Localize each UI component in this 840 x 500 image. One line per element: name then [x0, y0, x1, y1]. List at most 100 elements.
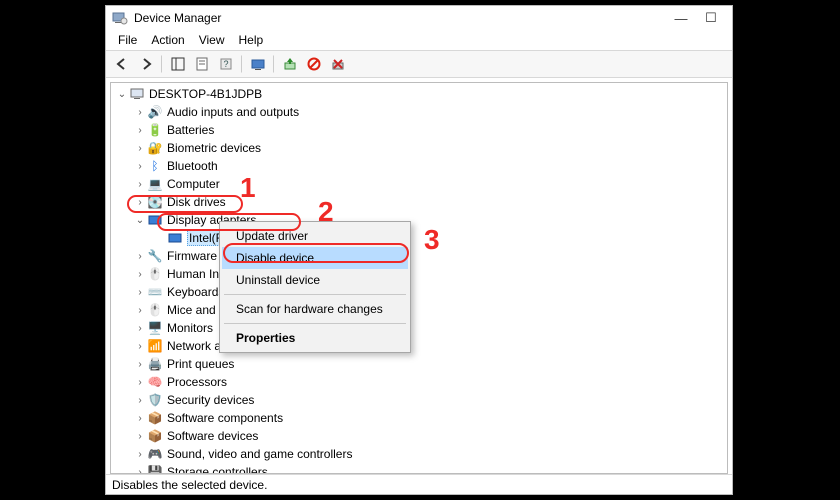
chevron-down-icon[interactable]: ⌄	[115, 89, 129, 100]
ctx-separator	[224, 323, 406, 324]
window-title: Device Manager	[134, 11, 666, 25]
chevron-right-icon[interactable]: ›	[133, 359, 147, 370]
chevron-down-icon[interactable]: ⌄	[133, 215, 147, 226]
ctx-scan-hardware[interactable]: Scan for hardware changes	[222, 298, 408, 320]
tree-item-label: Software components	[167, 411, 283, 425]
context-menu: Update driver Disable device Uninstall d…	[219, 221, 411, 353]
annotation-number-3: 3	[424, 224, 440, 256]
tree-root[interactable]: ⌄ DESKTOP-4B1JDPB	[115, 85, 723, 103]
network-icon: 📶	[147, 338, 163, 354]
annotation-oval-1	[127, 195, 243, 213]
menu-view[interactable]: View	[193, 32, 231, 48]
tree-item-label: Print queues	[167, 357, 234, 371]
show-hide-tree-button[interactable]	[166, 53, 190, 75]
forward-button[interactable]	[134, 53, 158, 75]
statusbar-text: Disables the selected device.	[112, 478, 267, 492]
tree-item-sound[interactable]: ›🎮 Sound, video and game controllers	[115, 445, 723, 463]
toolbar-separator-3	[273, 55, 275, 73]
chevron-right-icon[interactable]: ›	[133, 377, 147, 388]
tree-item-firmware[interactable]: ›🔧Firmware	[115, 247, 723, 265]
menu-help[interactable]: Help	[233, 32, 270, 48]
menubar: File Action View Help	[106, 30, 732, 50]
update-driver-button[interactable]	[278, 53, 302, 75]
menu-file[interactable]: File	[112, 32, 143, 48]
tree-item-processors[interactable]: ›🧠Processors	[115, 373, 723, 391]
chevron-right-icon[interactable]: ›	[133, 413, 147, 424]
chevron-right-icon[interactable]: ›	[133, 161, 147, 172]
tree-item-biometric[interactable]: ›🔐Biometric devices	[115, 139, 723, 157]
help-button[interactable]: ?	[214, 53, 238, 75]
tree-item-security[interactable]: ›🛡️ Security devices	[115, 391, 723, 409]
tree-item-keyboards[interactable]: ›⌨️Keyboards	[115, 283, 723, 301]
back-button[interactable]	[110, 53, 134, 75]
annotation-number-2: 2	[318, 196, 334, 228]
tree-item-audio[interactable]: ›🔊Audio inputs and outputs	[115, 103, 723, 121]
tree-item-label: Batteries	[167, 123, 214, 137]
minimize-button[interactable]: —	[666, 11, 696, 26]
chevron-right-icon[interactable]: ›	[133, 251, 147, 262]
mouse-icon: 🖱️	[147, 302, 163, 318]
chevron-right-icon[interactable]: ›	[133, 125, 147, 136]
tree-item-hid[interactable]: ›🖱️Human Interface Devices	[115, 265, 723, 283]
tree-item-label: Security devices	[167, 393, 254, 407]
chevron-right-icon[interactable]: ›	[133, 395, 147, 406]
titlebar: Device Manager — ☐	[106, 6, 732, 30]
uninstall-device-button[interactable]	[326, 53, 350, 75]
chevron-right-icon[interactable]: ›	[133, 323, 147, 334]
tree-item-label: Storage controllers	[167, 465, 268, 473]
maximize-button[interactable]: ☐	[696, 10, 726, 26]
chevron-right-icon[interactable]: ›	[133, 179, 147, 190]
cpu-icon: 🧠	[147, 374, 163, 390]
device-manager-window: Device Manager — ☐ File Action View Help…	[105, 5, 733, 495]
menu-action[interactable]: Action	[145, 32, 190, 48]
device-tree-container: ⌄ DESKTOP-4B1JDPB ›🔊Audio inputs and out…	[110, 82, 728, 474]
ctx-separator	[224, 294, 406, 295]
tree-item-label: Audio inputs and outputs	[167, 105, 299, 119]
tree-item-label: Monitors	[167, 321, 213, 335]
annotation-number-1: 1	[240, 172, 256, 204]
scan-hardware-button[interactable]	[246, 53, 270, 75]
tree-item-storage[interactable]: ›💾Storage controllers	[115, 463, 723, 473]
chevron-right-icon[interactable]: ›	[133, 449, 147, 460]
annotation-oval-2	[157, 213, 301, 231]
device-tree[interactable]: ⌄ DESKTOP-4B1JDPB ›🔊Audio inputs and out…	[111, 83, 727, 473]
tree-item-mice[interactable]: ›🖱️Mice and other pointing devices	[115, 301, 723, 319]
sound-icon: 🎮	[147, 446, 163, 462]
tree-item-softdev[interactable]: ›📦Software devices	[115, 427, 723, 445]
tree-item-label: Bluetooth	[167, 159, 218, 173]
tree-item-bluetooth[interactable]: ›ᛒ Bluetooth	[115, 157, 723, 175]
chevron-right-icon[interactable]: ›	[133, 287, 147, 298]
chevron-right-icon[interactable]: ›	[133, 143, 147, 154]
tree-root-label: DESKTOP-4B1JDPB	[149, 87, 262, 101]
chevron-right-icon[interactable]: ›	[133, 269, 147, 280]
display-adapter-icon	[167, 230, 183, 246]
chevron-right-icon[interactable]: ›	[133, 467, 147, 474]
chevron-right-icon[interactable]: ›	[133, 341, 147, 352]
tree-item-computer[interactable]: ›💻Computer	[115, 175, 723, 193]
tree-item-label: Sound, video and game controllers	[167, 447, 352, 461]
computer-icon	[129, 86, 145, 102]
disable-device-button[interactable]	[302, 53, 326, 75]
tree-item-label: Computer	[167, 177, 220, 191]
software-icon: 📦	[147, 410, 163, 426]
properties-button[interactable]	[190, 53, 214, 75]
tree-item-label: Biometric devices	[167, 141, 261, 155]
tree-item-batteries[interactable]: ›🔋Batteries	[115, 121, 723, 139]
bluetooth-icon: ᛒ	[147, 158, 163, 174]
toolbar-separator-2	[241, 55, 243, 73]
security-icon: 🛡️	[147, 392, 163, 408]
ctx-properties[interactable]: Properties	[222, 327, 408, 349]
ctx-uninstall-device[interactable]: Uninstall device	[222, 269, 408, 291]
chevron-right-icon[interactable]: ›	[133, 305, 147, 316]
app-icon	[112, 10, 128, 26]
tree-item-softcomp[interactable]: ›📦 Software components	[115, 409, 723, 427]
printer-icon: 🖨️	[147, 356, 163, 372]
tree-item-printqueues[interactable]: ›🖨️ Print queues	[115, 355, 723, 373]
chevron-right-icon[interactable]: ›	[133, 107, 147, 118]
monitor-icon: 🖥️	[147, 320, 163, 336]
tree-item-label: Firmware	[167, 249, 217, 263]
tree-leaf-intel-uhd[interactable]: Intel(R) UHD Graphics 620	[115, 229, 723, 247]
tree-item-monitors[interactable]: ›🖥️ Monitors	[115, 319, 723, 337]
tree-item-network[interactable]: ›📶Network adapters	[115, 337, 723, 355]
chevron-right-icon[interactable]: ›	[133, 431, 147, 442]
